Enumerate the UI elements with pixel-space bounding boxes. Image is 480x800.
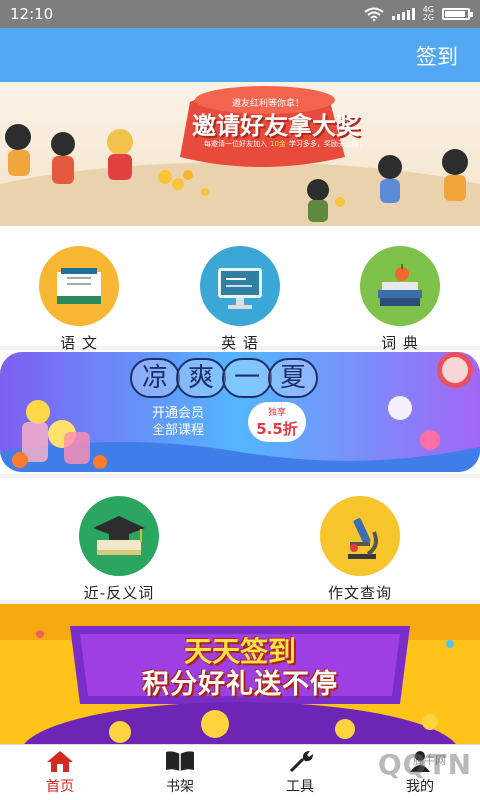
cell-signal-icon <box>391 8 415 20</box>
summer-title: 凉 爽 一 夏 <box>130 358 318 398</box>
category-grid-bottom: 近-反义词 作文查询 <box>0 478 480 603</box>
tab-tools[interactable]: 工具 <box>240 745 360 800</box>
invite-subtitle: 每邀请一位好友加入 10金 学习多多，奖励无上限！ <box>204 140 366 148</box>
category-label: 作文查询 <box>327 584 392 602</box>
invite-title: 邀请好友拿大奖 <box>192 112 360 140</box>
microscope-icon <box>320 496 400 576</box>
invite-banner[interactable]: 邀友红利等你拿！ 邀请好友拿大奖 每邀请一位好友加入 10金 学习多多，奖励无上限！ <box>0 82 480 226</box>
status-bar: 12:10 4G 2G <box>0 0 480 28</box>
category-chinese[interactable]: 语 文 <box>24 246 134 353</box>
tab-bookshelf[interactable]: 书架 <box>120 745 240 800</box>
books-stack-icon <box>360 246 440 326</box>
monitor-icon <box>200 246 280 326</box>
status-icons: 4G 2G <box>364 5 473 22</box>
tab-home[interactable]: 首页 <box>0 745 120 800</box>
category-essay-search[interactable]: 作文查询 <box>305 496 415 603</box>
discount-badge: 独享 5.5折 <box>248 402 306 442</box>
tab-label: 工具 <box>286 779 314 795</box>
checkin-subtitle: 积分好礼送不停 <box>142 669 338 700</box>
open-book-icon <box>166 751 194 771</box>
category-label: 近-反义词 <box>83 584 155 602</box>
network-type: 4G 2G <box>422 5 434 22</box>
wifi-icon <box>364 7 384 21</box>
checkin-banner[interactable]: 天天签到 积分好礼送不停 <box>0 604 480 744</box>
battery-icon <box>442 8 473 20</box>
category-dictionary[interactable]: 词 典 <box>345 246 455 353</box>
summer-offer-text: 开通会员 全部课程 <box>152 406 205 438</box>
signin-button[interactable]: 签到 <box>416 41 458 71</box>
category-synonyms[interactable]: 近-反义词 <box>64 496 174 603</box>
summer-promo-bg: 凉 爽 一 夏 开通会员 全部课程 独享 5.5折 <box>0 352 480 472</box>
watermark-logo: QQTN <box>377 748 472 781</box>
status-time: 12:10 <box>10 5 54 23</box>
tools-icon <box>289 751 313 773</box>
book-icon <box>39 246 119 326</box>
category-english[interactable]: 英 语 <box>185 246 295 353</box>
tab-label: 首页 <box>46 779 74 795</box>
home-icon <box>47 751 73 772</box>
top-bar: 签到 <box>0 28 480 82</box>
summer-promo-banner[interactable]: 凉 爽 一 夏 开通会员 全部课程 独享 5.5折 <box>0 350 480 474</box>
graduation-cap-icon <box>79 496 159 576</box>
tab-label: 书架 <box>166 779 194 795</box>
category-grid-top: 语 文 英 语 词 典 <box>0 226 480 352</box>
